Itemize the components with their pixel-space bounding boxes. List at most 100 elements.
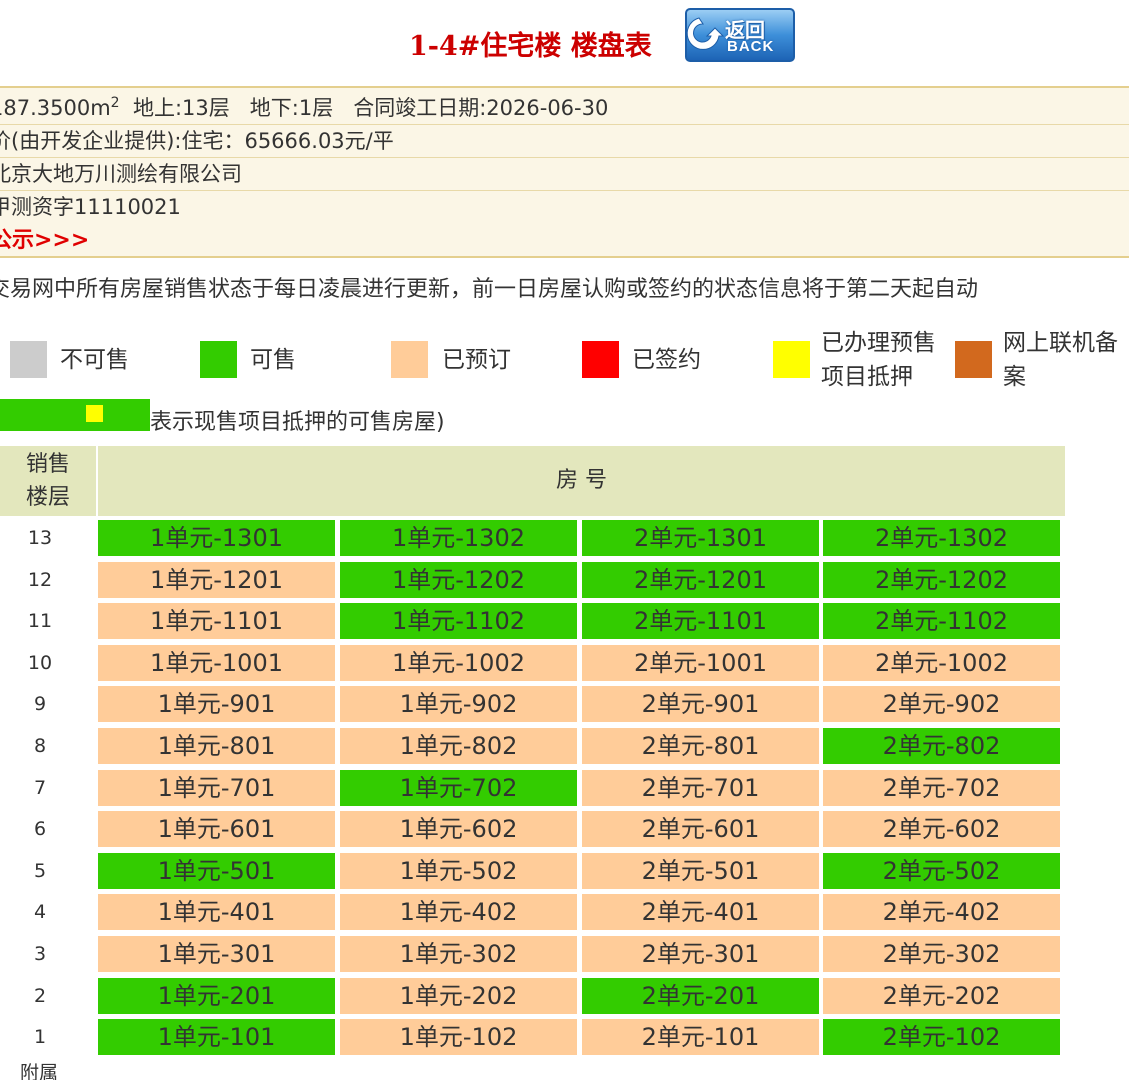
unit-cell[interactable]: 2单元-402	[823, 894, 1060, 930]
info-survey-company-text: 北京大地万川测绘有限公司	[0, 162, 242, 186]
unit-cell[interactable]: 1单元-801	[98, 728, 335, 764]
unit-cell[interactable]: 2单元-1301	[582, 520, 819, 556]
legend-swatch-online-filing	[955, 341, 992, 378]
unit-cell[interactable]: 2单元-901	[582, 686, 819, 722]
unit-cell[interactable]: 1单元-302	[340, 936, 577, 972]
info-area-unit-sup: 2	[110, 95, 120, 111]
unit-cell[interactable]: 2单元-1002	[823, 645, 1060, 681]
unit-cell[interactable]: 2单元-601	[582, 811, 819, 847]
page: 1-4#住宅楼 楼盘表 返回 BACK 187.3500m2 地上:13层 地下…	[0, 0, 1129, 1080]
unit-cell[interactable]: 2单元-1201	[582, 562, 819, 598]
info-price-text: 价(由开发企业提供):住宅：65666.03元/平	[0, 129, 394, 153]
unit-cell[interactable]: 1单元-402	[340, 894, 577, 930]
unit-cell[interactable]: 2单元-502	[823, 853, 1060, 889]
unit-cell[interactable]: 2单元-1302	[823, 520, 1060, 556]
unit-cell[interactable]: 1单元-101	[98, 1019, 335, 1055]
floor-number: 11	[27, 610, 53, 632]
floor-number: 2	[33, 985, 47, 1007]
unit-cell[interactable]: 1单元-1302	[340, 520, 577, 556]
legend-swatch-unsellable	[10, 341, 47, 378]
unit-cell[interactable]: 1单元-701	[98, 770, 335, 806]
unit-cell[interactable]: 2单元-301	[582, 936, 819, 972]
info-area-floors: 187.3500m2 地上:13层 地下:1层 合同竣工日期:2026-06-3…	[0, 92, 1129, 125]
floor-number: 3	[33, 943, 47, 965]
header-room-number: 房 号	[98, 446, 1065, 516]
unit-cell[interactable]: 1单元-501	[98, 853, 335, 889]
legend-swatch-signed	[582, 341, 619, 378]
public-notice-link-text[interactable]: 公示>>>	[0, 228, 89, 253]
unit-cell[interactable]: 1单元-1201	[98, 562, 335, 598]
public-notice-link[interactable]: 公示>>>	[0, 224, 1129, 257]
floor-number: 8	[33, 735, 47, 757]
unit-cell[interactable]: 2单元-801	[582, 728, 819, 764]
unit-cell[interactable]: 2单元-501	[582, 853, 819, 889]
unit-cell[interactable]: 1单元-201	[98, 978, 335, 1014]
info-price: 价(由开发企业提供):住宅：65666.03元/平	[0, 125, 1129, 158]
unit-cell[interactable]: 2单元-1001	[582, 645, 819, 681]
unit-cell[interactable]: 1单元-502	[340, 853, 577, 889]
floor-number: 9	[33, 693, 47, 715]
appendix-label: 附属	[20, 1062, 59, 1080]
unit-cell[interactable]: 1单元-1202	[340, 562, 577, 598]
legend-label-presale-mortgage-2: 项目抵押	[821, 364, 913, 390]
unit-cell[interactable]: 2单元-302	[823, 936, 1060, 972]
unit-cell[interactable]: 2单元-702	[823, 770, 1060, 806]
title-row: 1-4#住宅楼 楼盘表 返回 BACK	[0, 4, 1129, 62]
unit-cell[interactable]: 2单元-401	[582, 894, 819, 930]
unit-cell[interactable]: 1单元-601	[98, 811, 335, 847]
legend-label-presale-mortgage-1: 已办理预售	[821, 330, 936, 356]
unit-cell[interactable]: 2单元-202	[823, 978, 1060, 1014]
legend-label-sellable: 可售	[250, 347, 296, 373]
floor-number: 6	[33, 818, 47, 840]
unit-cell[interactable]: 2单元-102	[823, 1019, 1060, 1055]
unit-cell[interactable]: 1单元-901	[98, 686, 335, 722]
unit-cell[interactable]: 1单元-301	[98, 936, 335, 972]
floor-number: 13	[27, 527, 53, 549]
header-sales-floor-line2: 楼层	[25, 485, 70, 510]
unit-cell[interactable]: 1单元-102	[340, 1019, 577, 1055]
legend-swatch-reserved	[391, 341, 428, 378]
legend-label-online-filing-1: 网上联机备	[1003, 330, 1118, 356]
unit-cell[interactable]: 2单元-802	[823, 728, 1060, 764]
unit-cell[interactable]: 2单元-201	[582, 978, 819, 1014]
header-sales-floor: 销售 楼层	[0, 446, 96, 516]
legend-label-online-filing-2: 案	[1003, 364, 1026, 390]
info-area-value: 187.3500m	[0, 96, 111, 120]
header-sales-floor-line1: 销售	[25, 452, 70, 477]
unit-cell[interactable]: 1单元-1002	[340, 645, 577, 681]
unit-cell[interactable]: 1单元-202	[340, 978, 577, 1014]
unit-cell[interactable]: 2单元-701	[582, 770, 819, 806]
unit-cell[interactable]: 2单元-602	[823, 811, 1060, 847]
unit-cell[interactable]: 2单元-101	[582, 1019, 819, 1055]
mortgage-note-green-swatch	[0, 399, 150, 431]
info-floors-date: 地上:13层 地下:1层 合同竣工日期:2026-06-30	[119, 96, 609, 120]
floor-number: 1	[33, 1026, 47, 1048]
info-survey-license-text: 甲测资字11110021	[0, 195, 181, 219]
unit-cell[interactable]: 1单元-1001	[98, 645, 335, 681]
unit-cell[interactable]: 2单元-1102	[823, 603, 1060, 639]
unit-cell[interactable]: 1单元-802	[340, 728, 577, 764]
unit-cell[interactable]: 1单元-1301	[98, 520, 335, 556]
unit-cell[interactable]: 1单元-902	[340, 686, 577, 722]
legend-label-unsellable: 不可售	[60, 347, 129, 373]
unit-cell[interactable]: 2单元-902	[823, 686, 1060, 722]
floor-number: 10	[27, 652, 53, 674]
page-title: 1-4#住宅楼 楼盘表	[409, 31, 652, 62]
floor-table-header: 销售 楼层 房 号	[0, 446, 1065, 516]
unit-cell[interactable]: 2单元-1101	[582, 603, 819, 639]
unit-cell[interactable]: 1单元-401	[98, 894, 335, 930]
status-update-notice: 交易网中所有房屋销售状态于每日凌晨进行更新，前一日房屋认购或签约的状态信息将于第…	[0, 277, 979, 302]
unit-cell[interactable]: 1单元-602	[340, 811, 577, 847]
unit-cell[interactable]: 2单元-1202	[823, 562, 1060, 598]
info-survey-company: 北京大地万川测绘有限公司	[0, 158, 1129, 191]
unit-cell[interactable]: 1单元-702	[340, 770, 577, 806]
legend-swatch-sellable	[200, 341, 237, 378]
info-survey-license: 甲测资字11110021	[0, 191, 1129, 224]
unit-cell[interactable]: 1单元-1102	[340, 603, 577, 639]
mortgage-note-text: 表示现售项目抵押的可售房屋)	[150, 410, 445, 435]
back-label-en: BACK	[727, 38, 775, 55]
back-button[interactable]: 返回 BACK	[685, 8, 795, 62]
floor-number: 7	[33, 777, 47, 799]
unit-cell[interactable]: 1单元-1101	[98, 603, 335, 639]
mortgage-note-yellow-swatch	[86, 405, 103, 422]
